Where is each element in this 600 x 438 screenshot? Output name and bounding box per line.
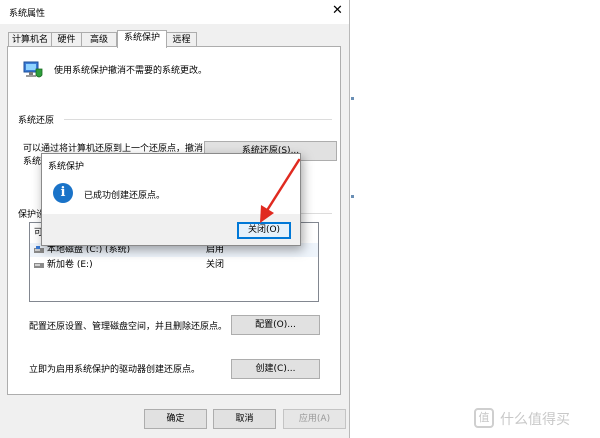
annotation-arrow [260, 158, 301, 223]
